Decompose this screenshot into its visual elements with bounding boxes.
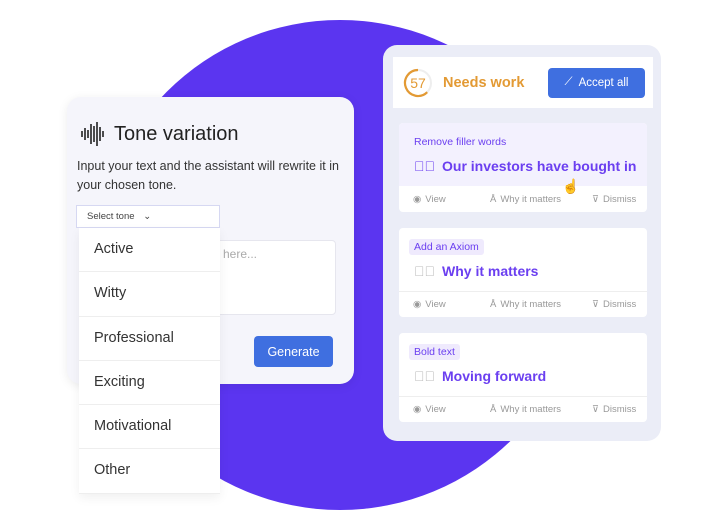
thumbs-down-icon: ⊽ xyxy=(592,404,599,415)
status-text: Needs work xyxy=(443,74,525,91)
axiom-icon: Å xyxy=(490,193,497,205)
check-circle-icon: ✓⃝ xyxy=(414,263,435,279)
magic-wand-icon: ⟋ xyxy=(564,76,573,88)
thumbs-down-icon: ⊽ xyxy=(592,193,599,205)
suggestion-tag: Add an Axiom xyxy=(409,239,484,255)
suggestion-card[interactable]: Bold text ✓⃝ Moving forward ◉ View Å Why it … xyxy=(399,333,647,422)
accept-label: Accept all xyxy=(578,76,629,89)
thumbs-down-icon: ⊽ xyxy=(592,299,599,310)
axiom-icon: Å xyxy=(490,299,497,310)
why-button[interactable]: Å Why it matters xyxy=(490,299,592,310)
dismiss-button[interactable]: ⊽ Dismiss xyxy=(592,299,636,310)
tone-option[interactable]: Active xyxy=(79,228,220,273)
why-button[interactable]: Å Why it matters xyxy=(490,194,592,205)
hand-cursor-icon: ☝ xyxy=(562,178,580,194)
suggestion-text: Moving forward xyxy=(442,368,547,384)
tone-dropdown: Active Witty Professional Exciting Motiv… xyxy=(79,228,220,494)
select-label: Select tone xyxy=(87,211,135,222)
view-button[interactable]: ◉ View xyxy=(413,299,490,310)
check-circle-icon: ✓⃝ xyxy=(414,158,435,174)
review-header: 57 Needs work ⟋ Accept all xyxy=(393,57,653,108)
suggestion-card[interactable]: Remove filler words ✓⃝ Our investors have… xyxy=(399,123,647,212)
eye-icon: ◉ xyxy=(413,404,422,415)
generate-button[interactable]: Generate xyxy=(254,336,333,367)
description: Input your text and the assistant will r… xyxy=(77,159,339,192)
suggestion-tag: Remove filler words xyxy=(414,136,507,148)
eye-icon: ◉ xyxy=(413,299,422,310)
tone-option[interactable]: Motivational xyxy=(79,405,220,450)
why-button[interactable]: Å Why it matters xyxy=(490,404,592,415)
dismiss-button[interactable]: ⊽ Dismiss xyxy=(592,404,636,415)
check-circle-icon: ✓⃝ xyxy=(414,368,435,384)
dismiss-button[interactable]: ⊽ Dismiss xyxy=(592,194,636,205)
suggestion-tag: Bold text xyxy=(409,344,460,360)
score-gauge: 57 xyxy=(403,68,433,98)
eye-icon: ◉ xyxy=(413,193,422,205)
tone-select[interactable]: Select tone ⌄ xyxy=(76,205,220,228)
soundwave-icon xyxy=(81,122,104,146)
tone-option[interactable]: Professional xyxy=(79,317,220,361)
card-title: Tone variation xyxy=(114,122,239,145)
tone-option[interactable]: Other xyxy=(79,449,220,494)
accept-all-button[interactable]: ⟋ Accept all xyxy=(548,67,645,98)
review-panel: 57 Needs work ⟋ Accept all Remove filler … xyxy=(383,45,661,441)
view-button[interactable]: ◉ View xyxy=(413,194,490,205)
chevron-down-icon: ⌄ xyxy=(143,211,152,222)
axiom-icon: Å xyxy=(490,404,497,415)
view-button[interactable]: ◉ View xyxy=(413,404,490,415)
suggestion-text: Why it matters xyxy=(442,263,539,279)
tone-option[interactable]: Witty xyxy=(79,272,220,317)
suggestion-card[interactable]: Add an Axiom ✓⃝ Why it matters ◉ View Å Why … xyxy=(399,228,647,317)
tone-option[interactable]: Exciting xyxy=(79,361,220,406)
suggestion-text: Our investors have bought in xyxy=(442,158,637,174)
